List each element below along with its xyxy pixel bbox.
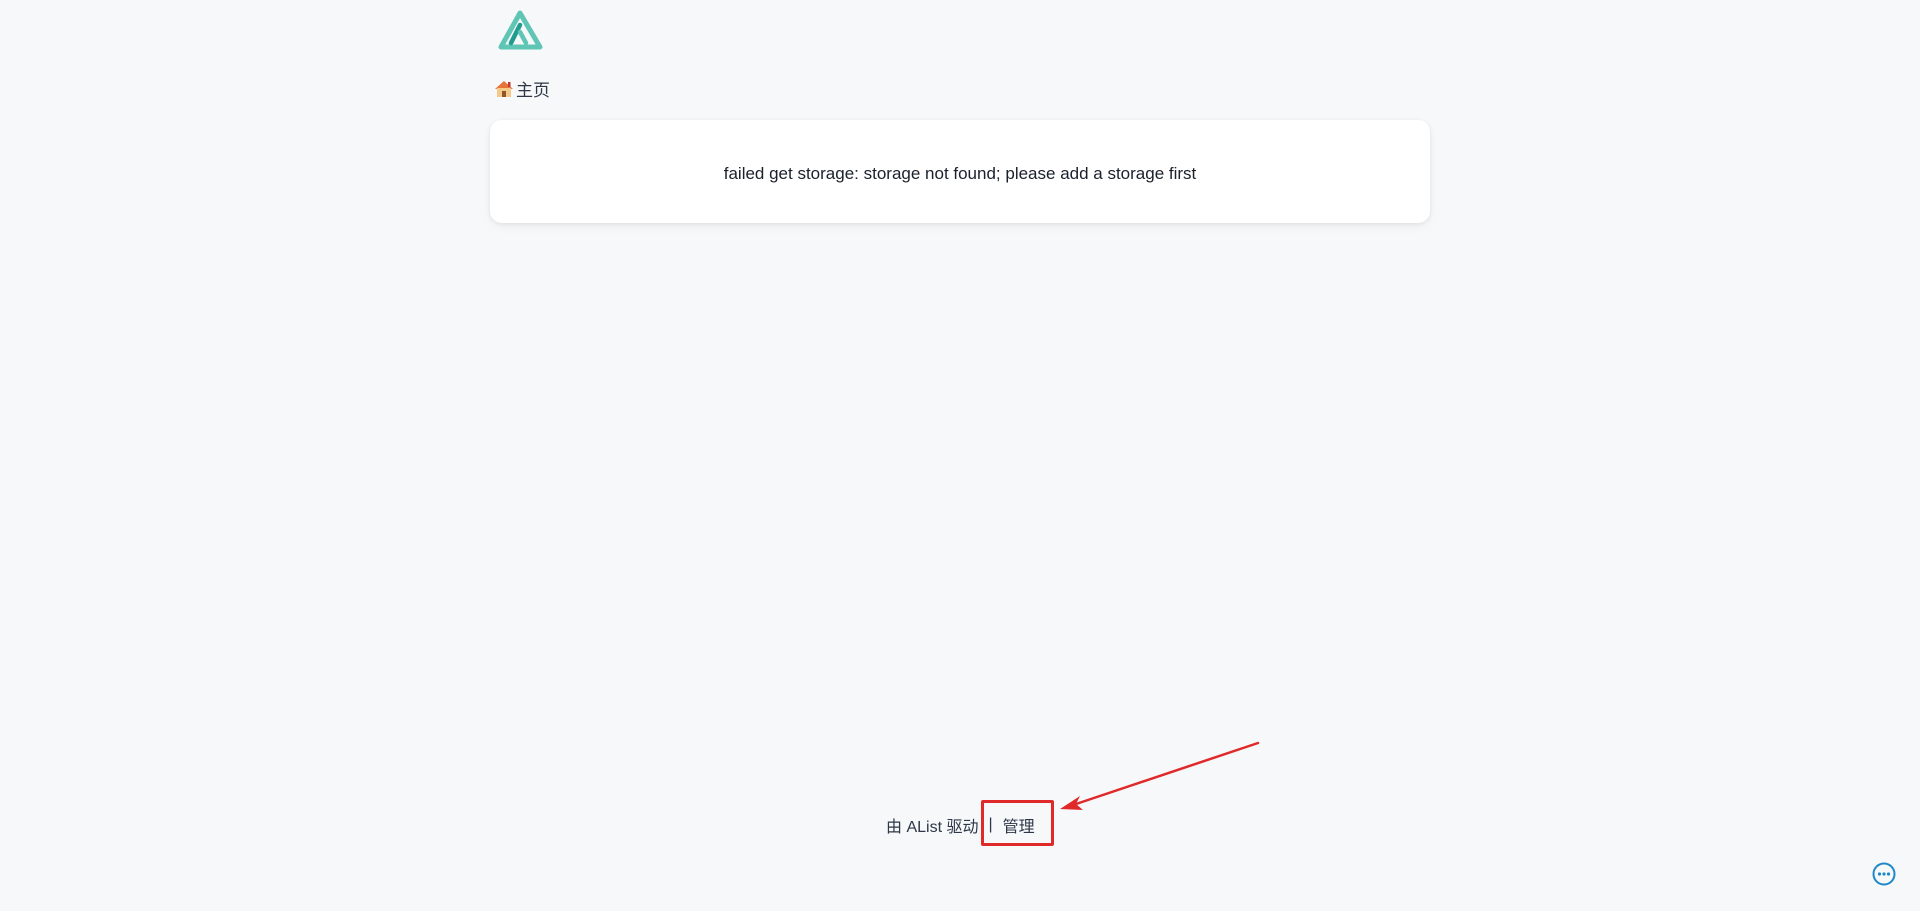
breadcrumb-home-link[interactable]: 主页 bbox=[516, 76, 550, 101]
house-icon[interactable] bbox=[494, 80, 514, 98]
powered-by-link[interactable]: 由 AList 驱动 bbox=[886, 813, 978, 837]
error-card: failed get storage: storage not found; p… bbox=[490, 120, 1430, 223]
page: 主页 failed get storage: storage not found… bbox=[0, 0, 1920, 911]
more-options-icon[interactable] bbox=[1872, 862, 1896, 886]
alist-logo-icon[interactable] bbox=[497, 10, 543, 50]
annotation-highlight-box bbox=[981, 800, 1054, 846]
breadcrumb: 主页 bbox=[494, 76, 550, 101]
annotation-arrow-icon bbox=[1060, 741, 1260, 810]
error-message: failed get storage: storage not found; p… bbox=[723, 163, 1197, 183]
